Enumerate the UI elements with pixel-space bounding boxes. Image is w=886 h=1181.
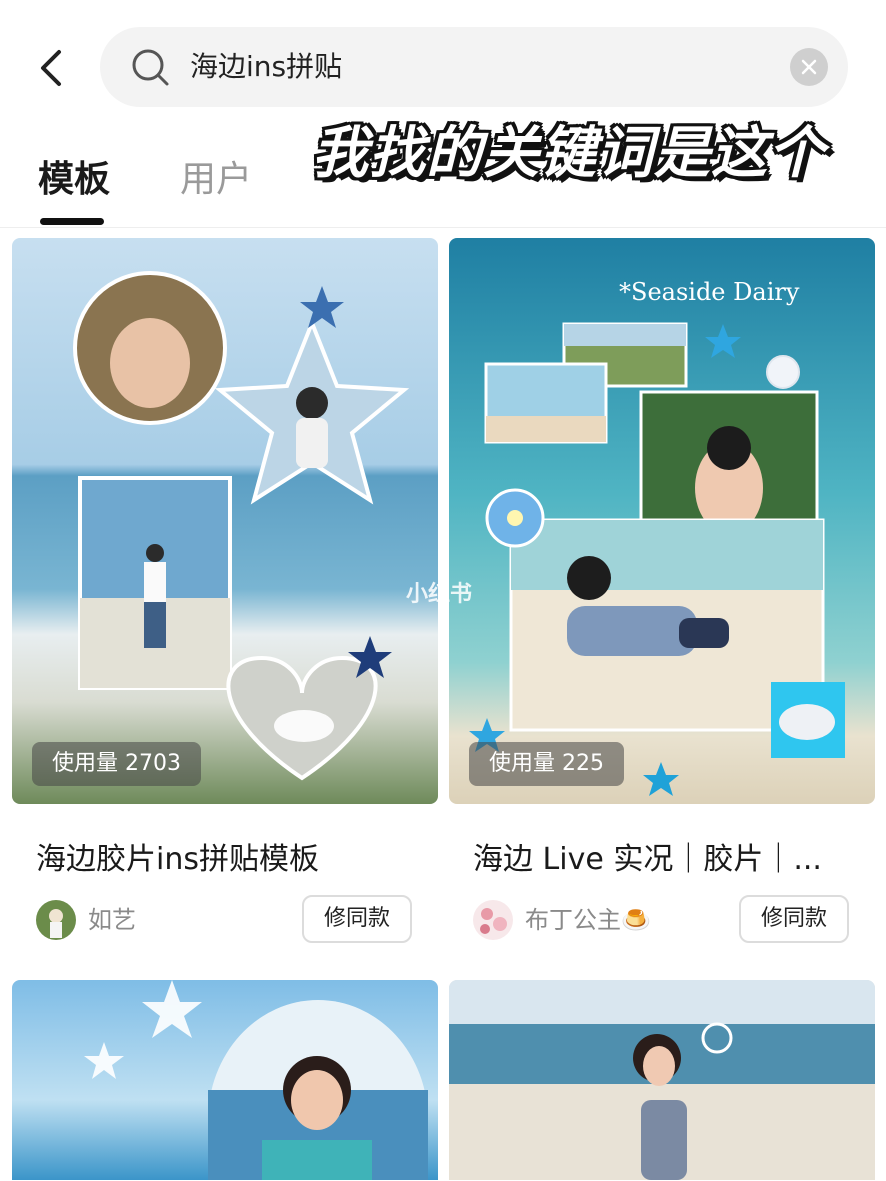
template-title[interactable]: 海边胶片ins拼贴模板 (36, 834, 416, 878)
template-thumbnail[interactable]: *Seaside Dairy 使用量 225 (449, 238, 875, 804)
collage-image: *Seaside Dairy (449, 238, 875, 804)
author-avatar[interactable] (36, 900, 76, 940)
search-icon (132, 49, 169, 86)
tab-users[interactable]: 用户 (180, 150, 252, 202)
remix-button[interactable]: 修同款 (739, 895, 849, 943)
chevron-left-icon (41, 50, 61, 86)
author-name[interactable]: 如艺 (88, 902, 136, 938)
author-name[interactable]: 布丁公主🍮 (525, 902, 651, 938)
search-input[interactable]: 海边ins拼贴 (100, 27, 848, 107)
remix-button[interactable]: 修同款 (302, 895, 412, 943)
close-icon (801, 59, 817, 75)
search-query-text: 海边ins拼贴 (190, 50, 343, 83)
template-thumbnail[interactable] (12, 980, 438, 1180)
collage-image (12, 980, 438, 1180)
author-avatar[interactable] (473, 900, 513, 940)
usage-count-badge: 使用量 225 (469, 742, 624, 786)
clear-search-button[interactable] (790, 48, 828, 86)
watermark: 小红书 (406, 582, 473, 607)
tab-templates[interactable]: 模板 (38, 150, 110, 202)
template-thumbnail[interactable] (449, 980, 875, 1180)
template-thumbnail[interactable]: 使用量 2703 (12, 238, 438, 804)
back-button[interactable] (26, 40, 78, 96)
template-title[interactable]: 海边 Live 实况｜胶片｜... (473, 834, 853, 878)
collage-image (12, 238, 438, 804)
collage-image (449, 980, 875, 1180)
active-tab-indicator (40, 218, 104, 225)
annotation-overlay: 我找的关键词是这个 (312, 121, 825, 186)
usage-count-badge: 使用量 2703 (32, 742, 201, 786)
image-caption: *Seaside Dairy (619, 278, 800, 306)
